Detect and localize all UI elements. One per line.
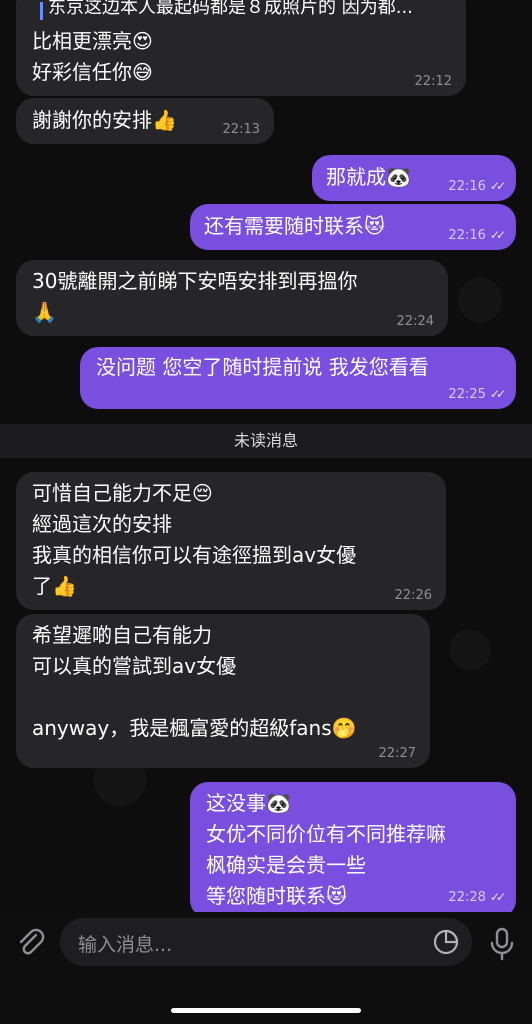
home-indicator xyxy=(171,1008,361,1013)
message-outgoing[interactable]: 没问题 您空了随时提前说 我发您看看 22:25 ✓✓ xyxy=(80,347,516,409)
message-time: 22:25 ✓✓ xyxy=(448,387,506,402)
read-checkmarks-icon: ✓✓ xyxy=(489,387,506,401)
message-text: 那就成🐼 xyxy=(326,165,411,189)
chat-area[interactable]: 东京这边本人最起码都是８成照片的 因为都... 比相更漂亮😍 好彩信任你😅 22… xyxy=(0,0,532,912)
message-text: 没问题 您空了随时提前说 我发您看看 xyxy=(96,355,429,379)
message-text: 希望遲啲自己有能力 可以真的嘗試到av女優 anyway，我是楓富愛的超級fan… xyxy=(32,623,357,740)
message-text: 这没事🐼 女优不同价位有不同推荐嘛 枫确实是会贵一些 等您随时联系😻 xyxy=(206,791,446,908)
read-checkmarks-icon: ✓✓ xyxy=(489,228,506,242)
unread-divider-label: 未读消息 xyxy=(233,431,298,450)
sticker-icon[interactable] xyxy=(432,928,460,956)
message-text: 謝謝你的安排👍 xyxy=(32,108,177,132)
message-outgoing[interactable]: 这没事🐼 女优不同价位有不同推荐嘛 枫确实是会贵一些 等您随时联系😻 22:28… xyxy=(190,782,516,912)
read-checkmarks-icon: ✓✓ xyxy=(489,179,506,193)
message-time: 22:28 ✓✓ xyxy=(448,890,506,905)
message-text: 还有需要随时联系😻 xyxy=(204,214,385,238)
message-text: 比相更漂亮😍 好彩信任你😅 xyxy=(32,29,153,84)
message-time: 22:16 ✓✓ xyxy=(448,179,506,194)
message-time: 22:26 xyxy=(394,588,432,603)
message-text: 30號離開之前睇下安唔安排到再搵你 🙏 xyxy=(32,269,358,324)
message-incoming[interactable]: 东京这边本人最起码都是８成照片的 因为都... 比相更漂亮😍 好彩信任你😅 22… xyxy=(16,0,466,96)
reply-preview[interactable]: 东京这边本人最起码都是８成照片的 因为都... xyxy=(48,0,448,20)
message-time: 22:24 xyxy=(396,314,434,329)
message-input-placeholder: 输入消息... xyxy=(78,934,173,956)
message-outgoing[interactable]: 还有需要随时联系😻 22:16 ✓✓ xyxy=(190,204,516,250)
microphone-icon[interactable] xyxy=(486,926,518,962)
message-time: 22:16 ✓✓ xyxy=(448,228,506,243)
unread-divider: 未读消息 xyxy=(0,424,532,458)
reply-quote-bar xyxy=(40,2,43,20)
read-checkmarks-icon: ✓✓ xyxy=(489,890,506,904)
message-text: 可惜自己能力不足😔 經過這次的安排 我真的相信你可以有途徑搵到av女優 了👍 xyxy=(32,481,357,598)
message-time: 22:12 xyxy=(414,74,452,89)
message-incoming[interactable]: 30號離開之前睇下安唔安排到再搵你 🙏 22:24 xyxy=(16,260,448,336)
message-time: 22:27 xyxy=(378,746,416,761)
paperclip-icon[interactable] xyxy=(14,926,48,960)
message-incoming[interactable]: 可惜自己能力不足😔 經過這次的安排 我真的相信你可以有途徑搵到av女優 了👍 2… xyxy=(16,472,446,610)
message-incoming[interactable]: 希望遲啲自己有能力 可以真的嘗試到av女優 anyway，我是楓富愛的超級fan… xyxy=(16,614,430,768)
message-outgoing[interactable]: 那就成🐼 22:16 ✓✓ xyxy=(312,155,516,201)
message-input[interactable]: 输入消息... xyxy=(60,918,472,966)
message-incoming[interactable]: 謝謝你的安排👍 22:13 xyxy=(16,98,274,144)
message-time: 22:13 xyxy=(222,122,260,137)
